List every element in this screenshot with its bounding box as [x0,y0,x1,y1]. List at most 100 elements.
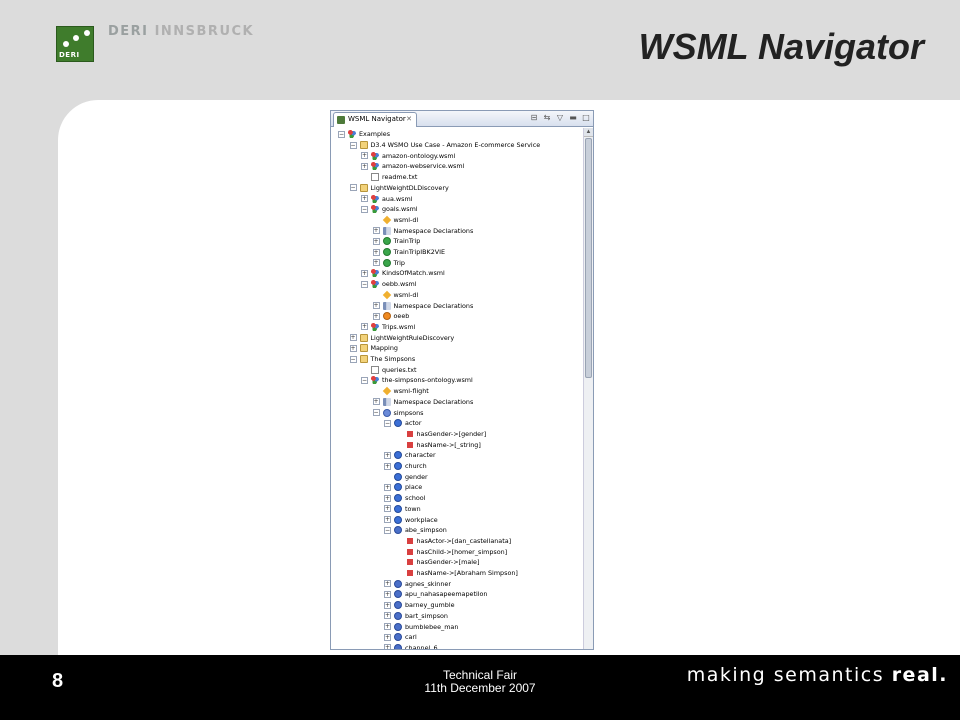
maximize-icon[interactable]: □ [581,113,591,123]
collapse-toggle-icon[interactable]: − [361,376,368,384]
expand-toggle-icon[interactable]: + [372,227,380,235]
expand-toggle-icon[interactable]: + [372,259,380,267]
expand-toggle-icon[interactable]: + [384,644,391,649]
expand-toggle-icon[interactable]: + [361,323,368,331]
expand-toggle-icon[interactable]: + [361,195,368,203]
close-icon[interactable]: ✕ [406,113,412,126]
view-tab[interactable]: WSML Navigator ✕ [333,112,417,127]
tree-item[interactable]: + channel_6 [384,643,438,649]
tree-item[interactable]: + bart_simpson [384,611,448,622]
tree-item[interactable]: + Namespace Declarations [372,225,473,236]
tree-item[interactable]: + agnes_skinner [384,578,451,589]
expand-toggle-icon[interactable]: + [384,462,391,470]
expand-toggle-icon[interactable]: + [384,612,391,620]
collapse-all-icon[interactable]: ⊟ [529,113,539,123]
expand-toggle-icon[interactable]: + [349,344,357,352]
tree-item[interactable]: hasName->[_string] [396,439,481,450]
expand-toggle-icon[interactable]: + [372,312,380,320]
tree-item[interactable]: − goals.wsml [361,204,418,215]
tree-item[interactable]: + LightWeightRuleDiscovery [349,332,454,343]
link-editor-icon[interactable]: ⇆ [542,113,552,123]
tree-item[interactable]: − Examples [338,129,390,140]
scroll-thumb[interactable] [585,138,592,378]
tree-item[interactable]: − simpsons [372,407,424,418]
tree-item[interactable]: + Namespace Declarations [372,397,473,408]
collapse-toggle-icon[interactable]: − [384,419,391,427]
tree-item-label: KindsOfMatch.wsml [382,269,445,278]
expand-toggle-icon[interactable]: + [372,302,380,310]
scroll-up-icon[interactable]: ▲ [584,128,593,137]
collapse-toggle-icon[interactable]: − [349,355,357,363]
expand-toggle-icon[interactable]: + [372,398,380,406]
tree-item[interactable]: + TrainTrip [372,236,420,247]
tree-item[interactable]: + apu_nahasapeemapetilon [384,589,487,600]
tree-item[interactable]: + aua.wsml [361,193,412,204]
tree-item[interactable]: + bumblebee_man [384,621,458,632]
expand-toggle-icon[interactable]: + [384,451,391,459]
wsml-navigator-view[interactable]: WSML Navigator ✕ ⊟ ⇆ ▽ ▬ □ − Examples − D3.… [330,110,594,650]
tree-item[interactable]: gender [384,471,428,482]
tree-item[interactable]: + amazon-ontology.wsml [361,150,455,161]
tree-item[interactable]: − the-simpsons-ontology.wsml [361,375,473,386]
tree-item[interactable]: + barney_gumble [384,600,455,611]
navigator-tree[interactable]: − Examples − D3.4 WSMO Use Case - Amazon E-… [331,128,585,649]
vertical-scrollbar[interactable]: ▲ [583,128,593,649]
expand-toggle-icon[interactable]: + [372,248,380,256]
tree-item[interactable]: − D3.4 WSMO Use Case - Amazon E-commerce … [349,140,540,151]
tree-item[interactable]: queries.txt [361,364,417,375]
expand-toggle-icon[interactable]: + [349,334,357,342]
expand-toggle-icon[interactable]: + [384,516,391,524]
tree-item[interactable]: + character [384,450,436,461]
tree-item[interactable]: readme.txt [361,172,417,183]
tree-item[interactable]: hasGender->[male] [396,557,479,568]
expand-toggle-icon[interactable]: + [384,483,391,491]
tree-item[interactable]: hasChild->[homer_simpson] [396,546,507,557]
concept-icon [394,472,402,481]
tree-item[interactable]: hasActor->[dan_castellanata] [396,536,511,547]
collapse-toggle-icon[interactable]: − [349,184,357,192]
expand-toggle-icon[interactable]: + [361,269,368,277]
tree-item[interactable]: hasName->[Abraham Simpson] [396,568,518,579]
expand-toggle-icon[interactable]: + [384,580,391,588]
expand-toggle-icon[interactable]: + [384,494,391,502]
tree-item[interactable]: − actor [384,418,421,429]
tree-item[interactable]: hasGender->[gender] [396,429,486,440]
tree-item[interactable]: wsml-flight [373,386,429,397]
tree-item[interactable]: + church [384,461,427,472]
collapse-toggle-icon[interactable]: − [361,205,368,213]
tree-item[interactable]: − The Simpsons [349,354,415,365]
tree-item[interactable]: − oebb.wsml [361,279,417,290]
collapse-toggle-icon[interactable]: − [338,130,345,138]
expand-toggle-icon[interactable]: + [384,590,391,598]
tree-item[interactable]: wsml-dl [373,215,418,226]
collapse-toggle-icon[interactable]: − [349,141,357,149]
tree-item[interactable]: + place [384,482,422,493]
tree-item[interactable]: + workplace [384,514,438,525]
expand-toggle-icon[interactable]: + [384,601,391,609]
tree-item[interactable]: + town [384,504,421,515]
view-menu-icon[interactable]: ▽ [555,113,565,123]
expand-toggle-icon[interactable]: + [372,237,380,245]
tree-item[interactable]: + KindsOfMatch.wsml [361,268,445,279]
tree-item[interactable]: + Trip [372,257,405,268]
tree-item[interactable]: + Trips.wsml [361,322,415,333]
minimize-icon[interactable]: ▬ [568,113,578,123]
tree-item[interactable]: wsml-dl [373,290,418,301]
expand-toggle-icon[interactable]: + [384,623,391,631]
tree-item[interactable]: + TrainTripIBK2VIE [372,247,445,258]
expand-toggle-icon[interactable]: + [384,505,391,513]
tree-item[interactable]: − LightWeightDLDiscovery [349,183,449,194]
tree-item[interactable]: − abe_simpson [384,525,447,536]
tree-item[interactable]: + school [384,493,426,504]
collapse-toggle-icon[interactable]: − [372,409,380,417]
tree-item[interactable]: + Mapping [349,343,398,354]
collapse-toggle-icon[interactable]: − [361,280,368,288]
collapse-toggle-icon[interactable]: − [384,526,391,534]
tree-item[interactable]: + oeeb [372,311,409,322]
tree-item[interactable]: + carl [384,632,417,643]
tree-item[interactable]: + Namespace Declarations [372,300,473,311]
expand-toggle-icon[interactable]: + [361,162,368,170]
expand-toggle-icon[interactable]: + [361,152,368,160]
expand-toggle-icon[interactable]: + [384,633,391,641]
tree-item[interactable]: + amazon-webservice.wsml [361,161,464,172]
